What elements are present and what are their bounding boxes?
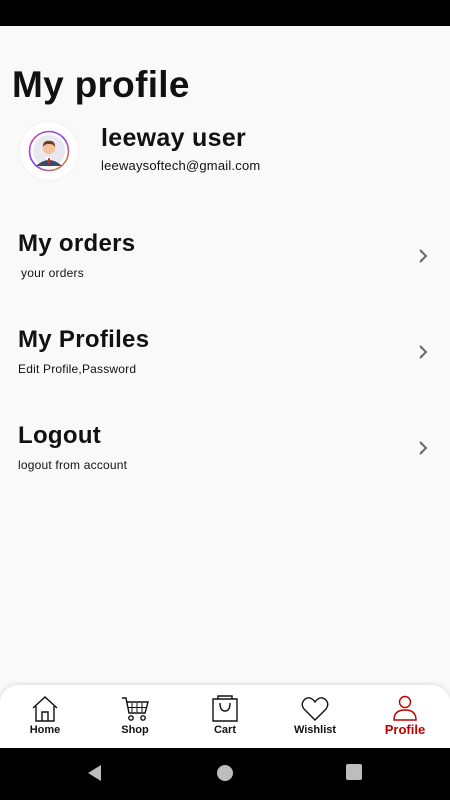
user-email: leewaysoftech@gmail.com [101, 158, 261, 173]
chevron-right-icon [419, 249, 428, 263]
menu-item-subtitle: Edit Profile,Password [18, 362, 137, 376]
chevron-right-icon [419, 441, 428, 455]
nav-profile[interactable]: Profile [360, 685, 450, 749]
nav-label: Home [29, 724, 61, 736]
nav-label: Cart [213, 724, 236, 736]
menu-item-subtitle: your orders [21, 266, 84, 280]
nav-cart[interactable]: Cart [180, 685, 270, 749]
back-icon[interactable] [86, 764, 104, 782]
menu-item-title: My orders [18, 230, 136, 257]
person-icon [393, 695, 417, 721]
menu-item-logout[interactable]: Logout logout from account [0, 422, 450, 492]
user-avatar-icon [28, 130, 70, 172]
home-circle-icon[interactable] [216, 764, 234, 782]
bottom-navigation: Home Shop Cart Wishlist Profile [0, 685, 450, 749]
nav-wishlist[interactable]: Wishlist [270, 685, 360, 749]
cart-icon [122, 697, 149, 721]
heart-icon [301, 697, 329, 721]
nav-label: Wishlist [293, 724, 337, 736]
menu-item-my-profiles[interactable]: My Profiles Edit Profile,Password [0, 326, 450, 396]
menu-item-subtitle: logout from account [18, 458, 128, 472]
shopping-bag-icon [212, 695, 238, 722]
recents-icon[interactable] [346, 764, 362, 780]
user-header: leeway user leewaysoftech@gmail.com [20, 120, 440, 184]
menu-item-title: Logout [18, 422, 102, 449]
nav-label: Profile [384, 722, 426, 737]
chevron-right-icon [419, 345, 428, 359]
menu-item-my-orders[interactable]: My orders your orders [0, 230, 450, 300]
user-name: leeway user [101, 124, 247, 152]
home-icon [32, 696, 58, 722]
status-bar [0, 0, 450, 26]
system-navigation-bar [0, 748, 450, 800]
avatar [20, 122, 78, 180]
page-title: My profile [12, 64, 190, 105]
menu-item-title: My Profiles [18, 326, 150, 353]
nav-shop[interactable]: Shop [90, 685, 180, 749]
nav-home[interactable]: Home [0, 685, 90, 749]
nav-label: Shop [121, 724, 149, 736]
